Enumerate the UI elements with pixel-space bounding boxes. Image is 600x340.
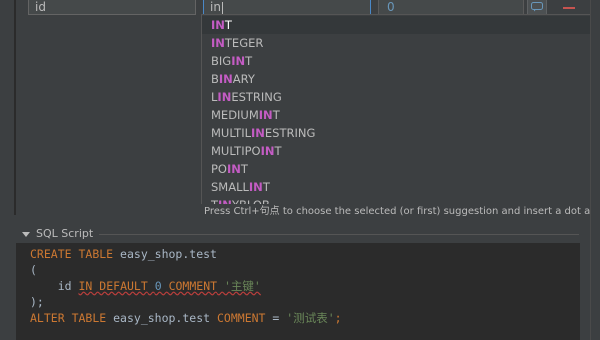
column-type-input[interactable]: in — [203, 0, 371, 15]
completion-item-prefix: MULTIPO — [211, 144, 261, 158]
completion-item-match: IN — [251, 126, 265, 140]
sql-editor[interactable]: CREATE TABLE easy_shop.test ( id IN DEFA… — [16, 243, 580, 340]
completion-item-suffix: ARY — [232, 72, 255, 86]
column-name-cell[interactable]: id — [28, 0, 196, 15]
text-cursor — [221, 1, 223, 14]
completion-item-match: IN — [260, 144, 275, 158]
completion-item-suffix: T — [272, 108, 280, 122]
section-divider — [99, 234, 579, 235]
completion-item[interactable]: MULTILINESTRING — [202, 124, 599, 142]
code-line-2: ( — [30, 262, 37, 278]
completion-item-prefix: MULTIL — [211, 126, 251, 140]
code-line-1: CREATE TABLE easy_shop.test — [30, 246, 217, 262]
keyword-alter: ALTER — [30, 311, 65, 325]
code-line-5: ALTER TABLE easy_shop.test COMMENT = '测试… — [30, 310, 342, 326]
column-name-value: id — [35, 0, 46, 14]
completion-item-prefix: BIG — [211, 54, 232, 68]
completion-item[interactable]: INTEGER — [202, 34, 599, 52]
completion-item-suffix: ESTRING — [231, 90, 282, 104]
table-name-2: easy_shop.test — [113, 311, 211, 325]
completion-item[interactable]: BIGINT — [202, 52, 599, 70]
completion-popup: INT INTEGER BIGINT BINARY LINESTRING MEDIUMIN… — [201, 14, 600, 220]
default-value: 0 — [154, 279, 162, 293]
completion-item[interactable]: POINT — [202, 160, 599, 178]
keyword-table-2: TABLE — [71, 311, 107, 325]
keyword-comment: COMMENT — [168, 279, 218, 293]
minus-icon — [563, 6, 575, 9]
keyword-create: CREATE — [30, 247, 72, 261]
completion-item-match: IN — [248, 180, 263, 194]
comment-icon — [531, 2, 543, 12]
comment-button[interactable] — [527, 0, 547, 15]
keyword-default: DEFAULT — [99, 279, 148, 293]
collapse-triangle-icon — [22, 231, 30, 237]
equals-sign: = — [272, 311, 280, 325]
completion-item-suffix: T — [274, 144, 282, 158]
completion-item-match: IN — [211, 36, 225, 50]
completion-item[interactable]: MEDIUMINT — [202, 106, 599, 124]
close-paren: ); — [30, 295, 44, 309]
sql-script-title: SQL Script — [36, 227, 94, 240]
completion-hint: Press Ctrl+句点 to choose the selected (or… — [201, 204, 600, 220]
completion-item-prefix: MEDIUM — [211, 108, 259, 122]
table-comment: '测试表' — [286, 311, 335, 325]
column-id: id — [57, 279, 72, 293]
completion-item-match: IN — [211, 18, 225, 32]
code-line-4: ); — [30, 294, 44, 310]
completion-item-match: IN — [218, 72, 233, 86]
column-comment: '主键' — [223, 279, 261, 293]
completion-item[interactable]: INT — [202, 16, 599, 34]
completion-item-prefix: B — [211, 72, 219, 86]
completion-item-match: IN — [258, 108, 273, 122]
completion-item-match: IN — [227, 162, 241, 176]
completion-item-match: IN — [217, 90, 232, 104]
keyword-comment-2: COMMENT — [217, 311, 266, 325]
type-in: IN — [78, 279, 93, 293]
completion-item-suffix: ESTRING — [264, 126, 316, 140]
open-paren: ( — [30, 263, 37, 277]
completion-item[interactable]: MULTIPOINT — [202, 142, 599, 160]
completion-item-suffix: TEGER — [224, 36, 264, 50]
table-name: easy_shop.test — [120, 247, 217, 261]
code-line-3: id IN DEFAULT 0 COMMENT '主键' — [30, 278, 261, 294]
completion-item-suffix: T — [240, 162, 248, 176]
completion-item[interactable]: LINESTRING — [202, 88, 599, 106]
grid-left-border — [14, 0, 16, 215]
semicolon: ; — [334, 311, 342, 325]
completion-item-suffix: T — [262, 180, 270, 194]
remove-column-button[interactable] — [554, 0, 584, 15]
column-length-value: 0 — [387, 0, 395, 14]
completion-item-suffix: T — [224, 18, 232, 32]
completion-item-suffix: T — [245, 54, 253, 68]
completion-item-match: IN — [231, 54, 246, 68]
completion-item[interactable]: SMALLINT — [202, 178, 599, 196]
sql-script-toggle[interactable]: SQL Script — [22, 226, 93, 242]
keyword-table: TABLE — [78, 247, 114, 261]
scrollbar-strip[interactable] — [590, 0, 600, 340]
column-length-cell[interactable]: 0 — [378, 0, 524, 15]
completion-item-prefix: SMALL — [211, 180, 249, 194]
completion-item-prefix: PO — [211, 162, 227, 176]
completion-item[interactable]: BINARY — [202, 70, 599, 88]
column-type-value: in — [210, 0, 221, 14]
